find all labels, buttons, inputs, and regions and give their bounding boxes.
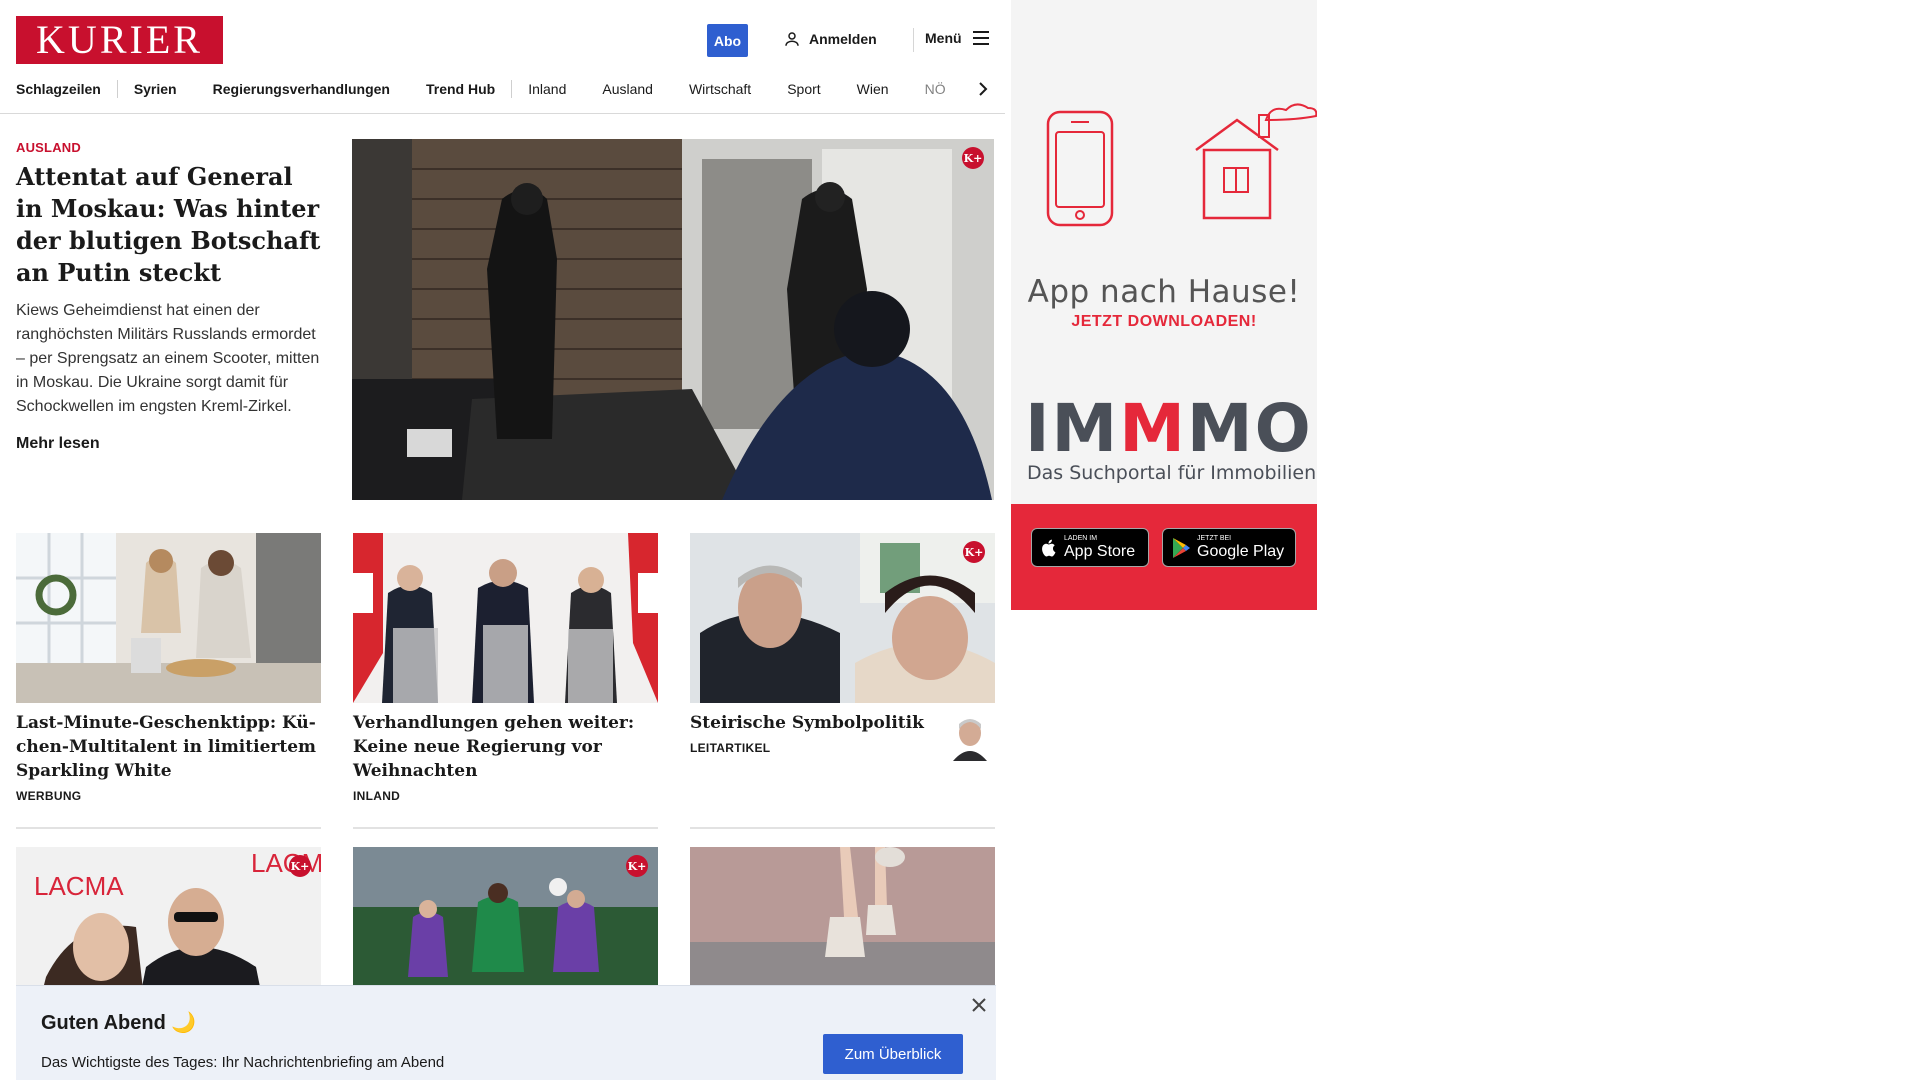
article-category: INLAND xyxy=(353,789,401,803)
briefing-overview-button[interactable]: Zum Überblick xyxy=(823,1034,963,1074)
site-header: KURIER Abo Anmelden Menü Schlagzeilen Sy… xyxy=(0,0,1005,114)
chevron-right-icon xyxy=(979,82,988,96)
article-category: WERBUNG xyxy=(16,789,82,803)
menu-button[interactable]: Menü xyxy=(925,30,990,46)
nav-item-noe[interactable]: NÖ xyxy=(925,81,946,97)
close-icon[interactable] xyxy=(970,996,988,1014)
hero-image[interactable]: K+ xyxy=(352,139,994,500)
login-button[interactable]: Anmelden xyxy=(783,30,877,48)
menu-label: Menü xyxy=(925,30,962,46)
app-store-small-label: Laden im xyxy=(1064,534,1098,542)
evening-briefing-banner: Guten Abend 🌙 Das Wichtigste des Tages: … xyxy=(16,985,996,1080)
ad-cta[interactable]: JETZT DOWNLOADEN! xyxy=(1011,313,1317,331)
user-icon xyxy=(785,32,799,46)
hero-photo xyxy=(352,139,994,500)
read-more-link[interactable]: Mehr lesen xyxy=(16,435,100,453)
author-avatar xyxy=(951,711,989,761)
store-badges-band: Laden im App Store JETZT BEI Google Play xyxy=(1011,504,1317,610)
press-conference-photo xyxy=(353,533,658,703)
politicians-photo xyxy=(690,533,995,703)
backdrop-text: LACMA xyxy=(34,871,124,901)
article-image[interactable] xyxy=(16,533,321,703)
nav-divider xyxy=(116,80,118,98)
article-category: LEITARTIKEL xyxy=(690,741,771,755)
logo-text: KURIER xyxy=(36,17,203,62)
card-divider xyxy=(16,827,321,829)
kplus-badge: K+ xyxy=(626,855,648,877)
nav-item-wien[interactable]: Wien xyxy=(857,81,889,97)
article-card[interactable]: Verhandlungen gehen weiter: Keine neue R… xyxy=(353,533,658,803)
immmo-tagline: Das Suchportal für Immobilien xyxy=(1027,462,1317,484)
header-divider xyxy=(913,28,914,52)
kitchen-photo xyxy=(16,533,321,703)
app-advertisement[interactable]: App nach Hause! JETZT DOWNLOADEN! IMMMO … xyxy=(1011,0,1317,610)
nav-item-syrien[interactable]: Syrien xyxy=(134,81,177,97)
nav-item-sport[interactable]: Sport xyxy=(787,81,820,97)
nav-item-ausland[interactable]: Ausland xyxy=(602,81,653,97)
article-card[interactable]: K+ Steirische Symbolpolitik LEITARTIKEL xyxy=(690,533,995,755)
hero-teaser: Kiews Geheimdienst hat einen der ranghöc… xyxy=(16,302,320,415)
immmo-logo-part-3: MO xyxy=(1186,390,1313,467)
ad-headline: App nach Hause! xyxy=(1027,274,1301,310)
article-title[interactable]: Steirische Symbolpolitik xyxy=(690,711,930,735)
briefing-description: Das Wichtigste des Tages: Ihr Nachrichte… xyxy=(41,1054,445,1071)
hero-article[interactable]: AUSLAND Attentat auf General in Moskau: … xyxy=(16,140,326,453)
card-divider xyxy=(690,827,995,829)
article-title[interactable]: Verhandlungen gehen weiter: Keine neue R… xyxy=(353,711,658,783)
hamburger-icon xyxy=(972,31,989,45)
google-play-icon xyxy=(1173,537,1190,558)
immmo-logo: IMMMO xyxy=(1025,396,1313,462)
kplus-badge: K+ xyxy=(963,541,985,563)
briefing-greeting: Guten Abend 🌙 xyxy=(41,1012,197,1034)
article-card[interactable]: Last-Minute-Geschenktipp: Kü­chen-Multit… xyxy=(16,533,321,803)
login-label: Anmelden xyxy=(809,31,877,47)
google-play-label: Google Play xyxy=(1197,542,1285,560)
app-store-badge[interactable]: Laden im App Store xyxy=(1031,528,1149,567)
nav-item-schlagzeilen[interactable]: Schlagzeilen xyxy=(16,81,101,97)
google-play-small-label: JETZT BEI xyxy=(1197,534,1232,542)
category-nav: Schlagzeilen Syrien Regierungsverhandlun… xyxy=(16,78,991,100)
apple-icon xyxy=(1042,539,1056,556)
article-image[interactable]: K+ xyxy=(690,533,995,703)
nav-divider xyxy=(511,80,513,98)
kplus-badge: K+ xyxy=(289,855,311,877)
hero-title[interactable]: Attentat auf General in Moskau: Was hint… xyxy=(16,161,326,289)
article-title[interactable]: Last-Minute-Geschenktipp: Kü­chen-Multit… xyxy=(16,711,321,783)
nav-scroll-right-button[interactable] xyxy=(973,78,993,100)
hero-kicker: AUSLAND xyxy=(16,140,81,155)
nav-item-inland[interactable]: Inland xyxy=(528,81,566,97)
immmo-logo-part-2: M xyxy=(1119,390,1187,467)
phone-house-illustration xyxy=(1046,103,1317,227)
article-image[interactable] xyxy=(353,533,658,703)
nav-item-trend-hub[interactable]: Trend Hub xyxy=(426,81,495,97)
author-photo xyxy=(951,711,989,761)
kplus-badge: K+ xyxy=(962,147,984,169)
immmo-logo-part-1: IM xyxy=(1025,390,1120,467)
kurier-logo[interactable]: KURIER xyxy=(16,16,223,64)
app-store-label: App Store xyxy=(1064,542,1136,560)
abo-button[interactable]: Abo xyxy=(707,24,748,57)
google-play-badge[interactable]: JETZT BEI Google Play xyxy=(1162,528,1296,567)
nav-item-regierungsverhandlungen[interactable]: Regierungsverhandlungen xyxy=(213,81,390,97)
card-divider xyxy=(353,827,658,829)
nav-item-wirtschaft[interactable]: Wirtschaft xyxy=(689,81,751,97)
